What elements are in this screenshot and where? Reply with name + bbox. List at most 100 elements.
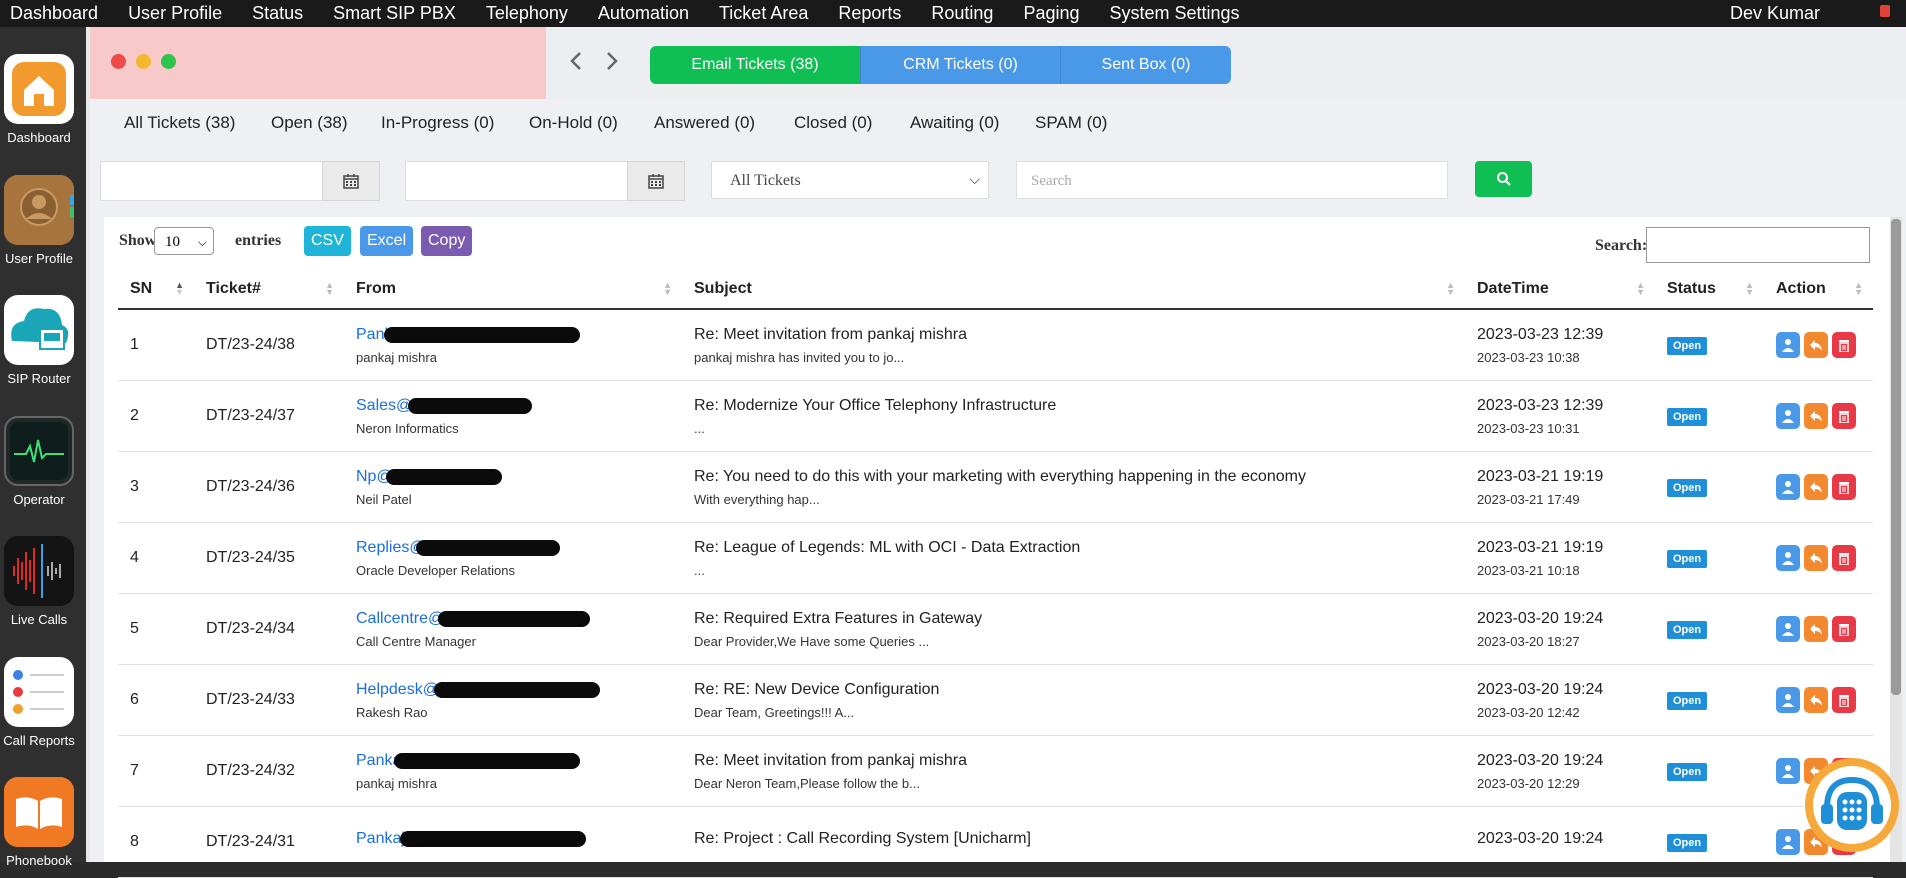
column-header-from[interactable]: From ▲ ▼ [344, 270, 682, 310]
from-email-link[interactable]: Sales@ [356, 397, 532, 415]
tab-email-tickets[interactable]: Email Tickets (38) [650, 46, 861, 84]
to-date-input[interactable] [405, 161, 629, 201]
filter-answered[interactable]: Answered (0) [654, 113, 755, 133]
table-search-input[interactable] [1646, 227, 1870, 263]
filter-closed[interactable]: Closed (0) [794, 113, 872, 133]
tab-crm-tickets[interactable]: CRM Tickets (0) [861, 46, 1061, 84]
table-row[interactable]: 5 DT/23-24/34 Callcentre@ Call Centre Ma… [118, 593, 1873, 665]
assign-user-button[interactable] [1776, 332, 1800, 358]
assign-user-button[interactable] [1776, 616, 1800, 642]
dock-item-live-calls[interactable]: Live Calls [0, 536, 78, 627]
menu-dashboard[interactable]: Dashboard [0, 3, 113, 24]
column-header-action[interactable]: Action ▲ ▼ [1764, 270, 1873, 310]
column-header-ticket[interactable]: Ticket# ▲ ▼ [194, 270, 344, 310]
delete-button[interactable] [1832, 332, 1856, 358]
menu-status[interactable]: Status [237, 3, 318, 24]
delete-button[interactable] [1832, 545, 1856, 571]
cell-subject[interactable]: Re: League of Legends: ML with OCI - Dat… [682, 522, 1465, 594]
entries-select[interactable]: 10 ⌵ [154, 227, 214, 255]
table-row[interactable]: 8 DT/23-24/31 Pankaj Re: Project : Call … [118, 806, 1873, 878]
reply-button[interactable] [1804, 403, 1828, 429]
scrollbar-thumb[interactable] [1891, 219, 1901, 695]
table-row[interactable]: 1 DT/23-24/38 Pank pankaj mishra Re: Mee… [118, 309, 1873, 381]
reply-button[interactable] [1804, 332, 1828, 358]
menu-reports[interactable]: Reports [823, 3, 916, 24]
column-header-sn[interactable]: SN ▲ ▼ [118, 270, 194, 310]
dock-item-phonebook[interactable]: Phonebook [0, 777, 78, 868]
dock-item-dashboard[interactable]: Dashboard [0, 54, 78, 145]
assign-user-button[interactable] [1776, 403, 1800, 429]
menu-system-settings[interactable]: System Settings [1095, 3, 1255, 24]
assign-user-button[interactable] [1776, 758, 1800, 784]
filter-awaiting[interactable]: Awaiting (0) [910, 113, 999, 133]
menu-automation[interactable]: Automation [583, 3, 704, 24]
column-header-datetime[interactable]: DateTime ▲ ▼ [1465, 270, 1655, 310]
table-row[interactable]: 4 DT/23-24/35 Replies@ Oracle Developer … [118, 522, 1873, 594]
cell-subject[interactable]: Re: Project : Call Recording System [Uni… [682, 806, 1465, 878]
filter-open[interactable]: Open (38) [271, 113, 348, 133]
reply-button[interactable] [1804, 474, 1828, 500]
tab-sent-box[interactable]: Sent Box (0) [1061, 46, 1231, 84]
back-chevron-icon[interactable] [569, 49, 583, 80]
dock-item-operator[interactable]: Operator [0, 416, 78, 507]
filter-all-tickets[interactable]: All Tickets (38) [124, 113, 235, 133]
ticket-search-input[interactable]: Search [1016, 161, 1448, 199]
menu-telephony[interactable]: Telephony [471, 3, 583, 24]
to-date-calendar-button[interactable] [627, 161, 685, 201]
menu-user-profile[interactable]: User Profile [113, 3, 237, 24]
cell-subject[interactable]: Re: Meet invitation from pankaj mishra p… [682, 309, 1465, 381]
table-row[interactable]: 7 DT/23-24/32 Panka pankaj mishra Re: Me… [118, 735, 1873, 807]
ticket-type-select[interactable]: All Tickets ⌵ [711, 161, 989, 199]
table-row[interactable]: 6 DT/23-24/33 Helpdesk@ Rakesh Rao Re: R… [118, 664, 1873, 736]
assign-user-button[interactable] [1776, 474, 1800, 500]
user-name[interactable]: Dev Kumar [1730, 3, 1820, 24]
cell-subject[interactable]: Re: Modernize Your Office Telephony Infr… [682, 380, 1465, 452]
close-window-button[interactable] [111, 54, 126, 69]
from-email-link[interactable]: Panka [356, 752, 580, 770]
menu-smart-sip-pbx[interactable]: Smart SIP PBX [318, 3, 471, 24]
cell-subject[interactable]: Re: Meet invitation from pankaj mishra D… [682, 735, 1465, 807]
dock-item-sip-router[interactable]: SIP Router [0, 295, 78, 386]
table-row[interactable]: 3 DT/23-24/36 Np@ Neil Patel Re: You nee… [118, 451, 1873, 523]
assign-user-button[interactable] [1776, 545, 1800, 571]
table-row[interactable]: 2 DT/23-24/37 Sales@ Neron Informatics R… [118, 380, 1873, 452]
from-email-link[interactable]: Pank [356, 326, 580, 344]
column-header-status[interactable]: Status ▲ ▼ [1655, 270, 1764, 310]
notification-icon[interactable] [1880, 5, 1890, 17]
delete-button[interactable] [1832, 474, 1856, 500]
from-email-link[interactable]: Helpdesk@ [356, 681, 600, 699]
dock-item-call-reports[interactable]: Call Reports [0, 657, 78, 748]
cell-subject[interactable]: Re: RE: New Device Configuration Dear Te… [682, 664, 1465, 736]
menu-routing[interactable]: Routing [916, 3, 1008, 24]
column-header-subject[interactable]: Subject ▲ ▼ [682, 270, 1465, 310]
filter-spam[interactable]: SPAM (0) [1035, 113, 1107, 133]
csv-button[interactable]: CSV [304, 226, 351, 256]
menu-paging[interactable]: Paging [1008, 3, 1094, 24]
assign-user-button[interactable] [1776, 829, 1800, 855]
cell-subject[interactable]: Re: You need to do this with your market… [682, 451, 1465, 523]
minimize-window-button[interactable] [136, 54, 151, 69]
from-email-link[interactable]: Pankaj [356, 830, 586, 848]
filter-on-hold[interactable]: On-Hold (0) [529, 113, 618, 133]
reply-button[interactable] [1804, 545, 1828, 571]
copy-button[interactable]: Copy [421, 226, 473, 256]
delete-button[interactable] [1832, 403, 1856, 429]
dock-item-user-profile[interactable]: User Profile [0, 175, 78, 266]
filter-in-progress[interactable]: In-Progress (0) [381, 113, 494, 133]
from-email-link[interactable]: Callcentre@ [356, 610, 590, 628]
delete-button[interactable] [1832, 616, 1856, 642]
from-email-link[interactable]: Np@ [356, 468, 502, 486]
cell-subject[interactable]: Re: Required Extra Features in Gateway D… [682, 593, 1465, 665]
delete-button[interactable] [1832, 687, 1856, 713]
menu-ticket-area[interactable]: Ticket Area [704, 3, 823, 24]
excel-button[interactable]: Excel [360, 226, 414, 256]
reply-button[interactable] [1804, 616, 1828, 642]
forward-chevron-icon[interactable] [605, 49, 619, 80]
support-fab-button[interactable] [1805, 758, 1899, 852]
from-date-calendar-button[interactable] [322, 161, 380, 201]
assign-user-button[interactable] [1776, 687, 1800, 713]
maximize-window-button[interactable] [161, 54, 176, 69]
reply-button[interactable] [1804, 687, 1828, 713]
search-button[interactable] [1475, 161, 1532, 197]
from-date-input[interactable] [100, 161, 324, 201]
